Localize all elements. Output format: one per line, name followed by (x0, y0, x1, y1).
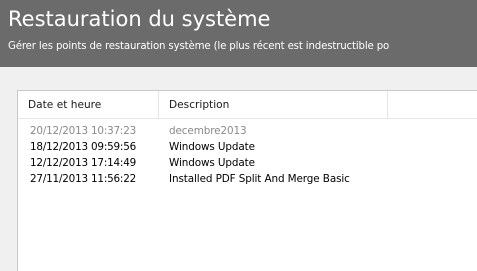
restore-point-date: 12/12/2013 17:14:49 (30, 157, 137, 169)
column-header-date[interactable]: Date et heure (18, 91, 159, 118)
table-row[interactable]: 20/12/2013 10:37:23 decembre2013 (18, 123, 477, 139)
content-panel: Date et heure Description 20/12/2013 10:… (0, 67, 477, 271)
restore-point-description: decembre2013 (169, 125, 247, 137)
page-subtitle: Gérer les points de restauration système… (8, 41, 390, 52)
restore-point-description: Windows Update (169, 141, 255, 153)
table-row[interactable]: 27/11/2013 11:56:22 Installed PDF Split … (18, 171, 477, 187)
restore-point-date: 18/12/2013 09:59:56 (30, 141, 137, 153)
restore-point-description: Windows Update (169, 157, 255, 169)
restore-point-date: 20/12/2013 10:37:23 (30, 125, 137, 137)
column-header-empty[interactable] (388, 91, 477, 118)
table-row[interactable]: 18/12/2013 09:59:56 Windows Update (18, 139, 477, 155)
restore-point-description: Installed PDF Split And Merge Basic (169, 173, 350, 185)
column-header-description[interactable]: Description (159, 91, 388, 118)
column-header-row: Date et heure Description (18, 91, 477, 119)
restore-points-list[interactable]: Date et heure Description 20/12/2013 10:… (17, 90, 477, 271)
restore-point-date: 27/11/2013 11:56:22 (30, 173, 137, 185)
page-title: Restauration du système (8, 7, 271, 31)
header-banner: Restauration du système Gérer les points… (0, 0, 477, 67)
table-row[interactable]: 12/12/2013 17:14:49 Windows Update (18, 155, 477, 171)
